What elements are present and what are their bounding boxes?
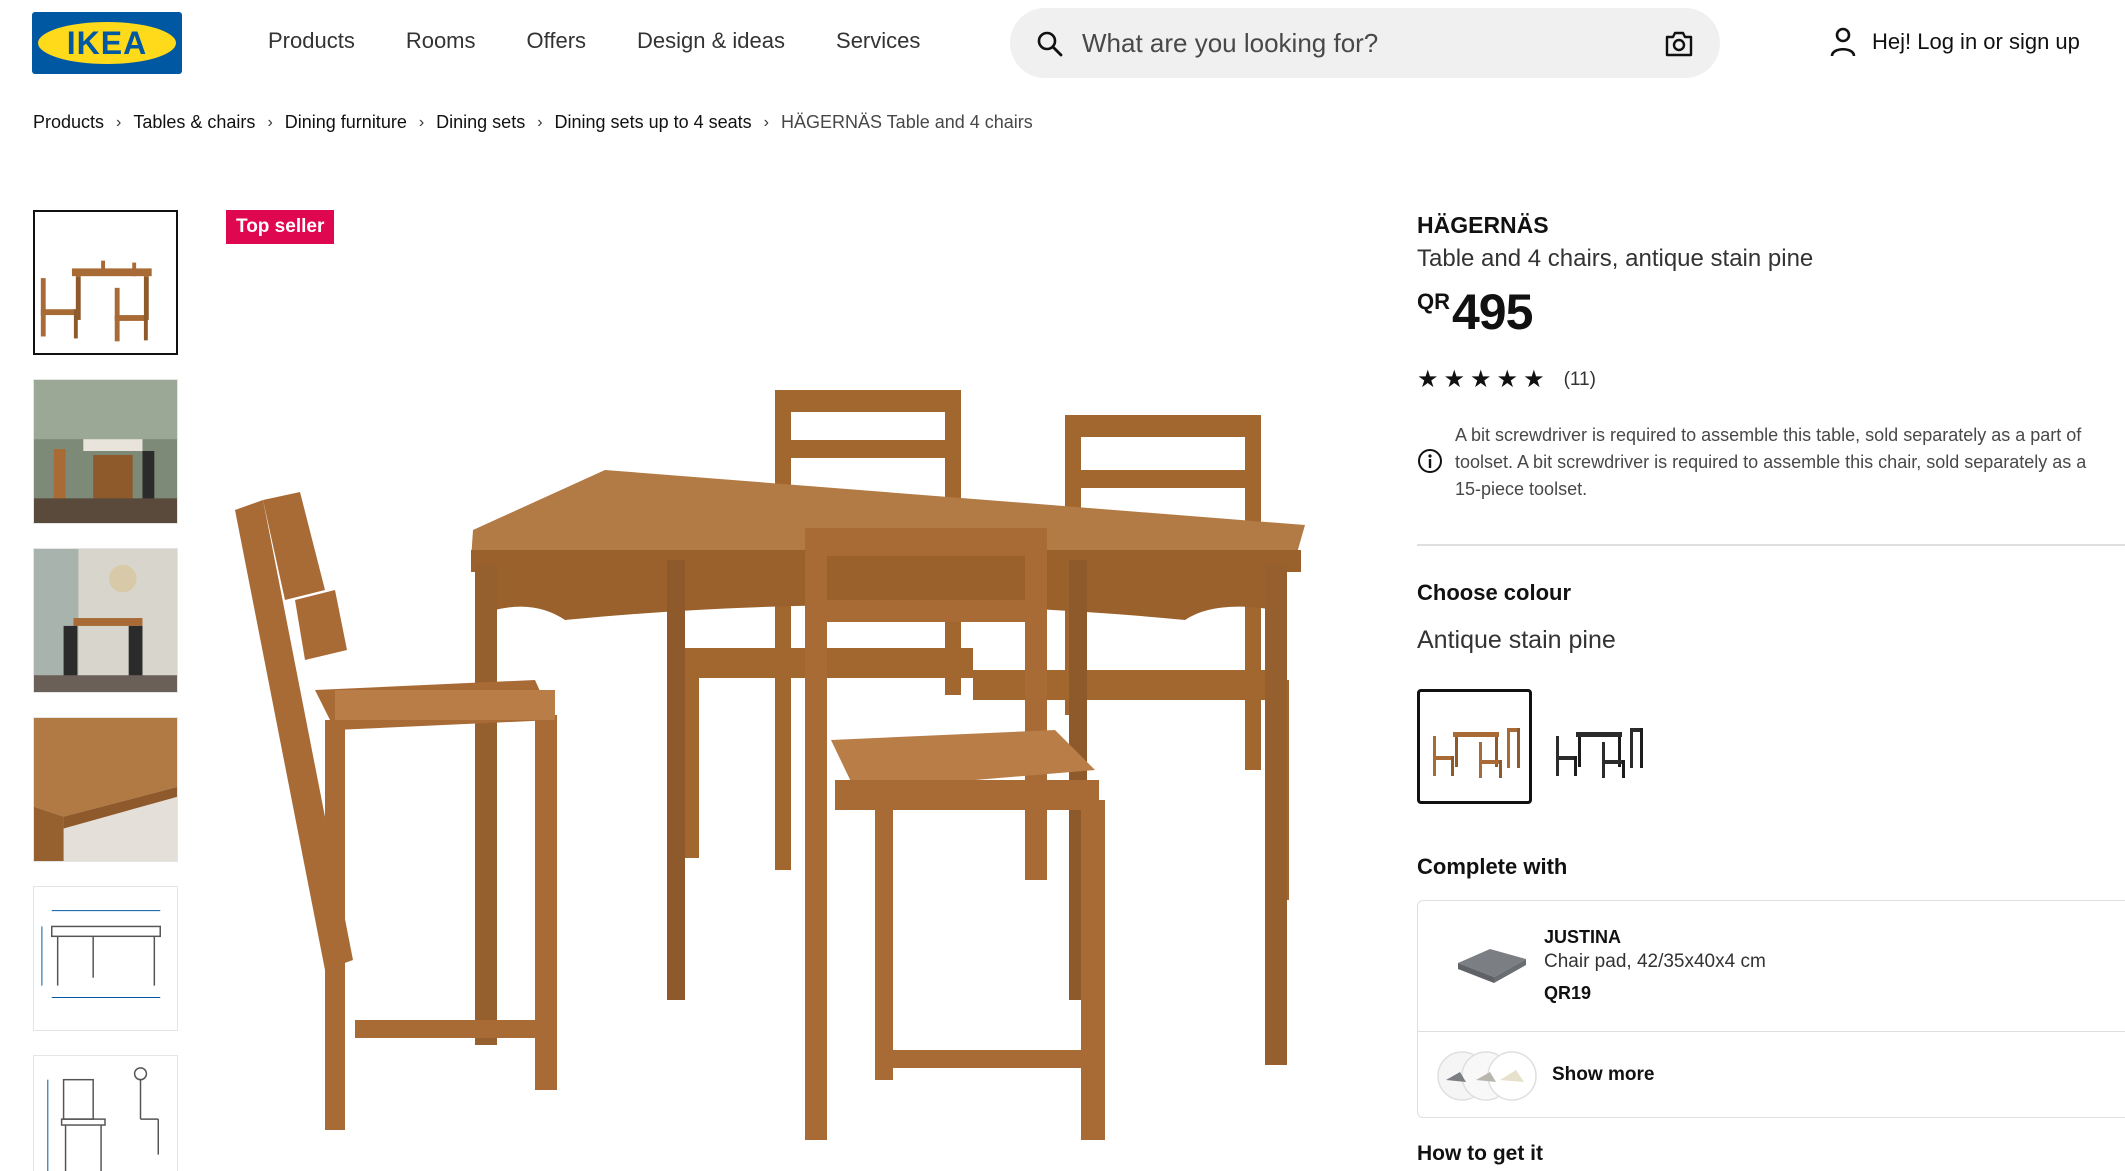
colour-swatches [1417,689,2125,804]
breadcrumb-products[interactable]: Products [33,112,104,133]
main-product-image[interactable] [235,360,1315,1140]
breadcrumb-dining-sets-4[interactable]: Dining sets up to 4 seats [555,112,752,133]
search-bar [1010,8,1720,78]
how-to-get-it-heading: How to get it [1417,1142,1543,1165]
product-description: Table and 4 chairs, antique stain pine [1417,245,1814,272]
related-items-thumbnails [1437,1051,1537,1101]
top-seller-badge: Top seller [226,210,335,244]
info-icon [1418,449,1442,473]
person-icon [1830,27,1856,57]
product-info: HÄGERNÄS Table and 4 chairs, antique sta… [1417,212,2125,1118]
nav-rooms[interactable]: Rooms [406,28,476,54]
breadcrumb-current: HÄGERNÄS Table and 4 chairs [780,112,1033,132]
review-count: (11) [1563,368,1596,390]
thumbnail-list [33,210,178,1171]
login-text: Hej! Log in or sign up [1872,29,2080,54]
star-icon: ★ [1417,366,1439,393]
chevron-right-icon: › [418,113,425,131]
search-input[interactable] [1082,22,1642,64]
addon-price: QR19 [1544,983,1592,1003]
assembly-notice: A bit screwdriver is required to assembl… [1417,422,2125,504]
notice-text: A bit screwdriver is required to assembl… [1455,422,2125,503]
product-price: QR 495 [1417,283,2125,341]
addon-name: JUSTINA [1544,927,1622,947]
show-more-button[interactable]: Show more [1418,1032,2125,1118]
thumbnail-dimensions-chair[interactable] [33,1055,178,1171]
site-header: IKEA Products Rooms Offers Design & idea… [0,0,2125,110]
search-icon[interactable] [1036,30,1064,58]
complete-with-label: Complete with [1417,854,1568,879]
addon-item[interactable]: JUSTINA Chair pad, 42/35x40x4 cm QR19 [1418,901,2125,1031]
camera-icon[interactable] [1663,30,1695,58]
product-name: HÄGERNÄS [1417,212,1549,238]
main-nav: Products Rooms Offers Design & ideas Ser… [268,28,971,54]
choose-colour-label: Choose colour [1417,580,1572,605]
thumbnail-product[interactable] [33,210,178,355]
star-icon: ★ [1523,366,1545,393]
nav-services[interactable]: Services [836,28,920,54]
selected-colour: Antique stain pine [1417,626,1616,654]
notice-line: A bit screwdriver is required to assembl… [1455,425,2082,445]
show-more-label: Show more [1552,1064,1655,1085]
breadcrumb-dining-sets[interactable]: Dining sets [436,112,525,133]
chevron-right-icon: › [267,113,273,131]
chevron-right-icon: › [116,113,122,131]
chevron-right-icon: › [537,113,543,131]
nav-offers[interactable]: Offers [527,28,587,54]
swatch-black[interactable] [1540,689,1655,804]
breadcrumb-tables-chairs[interactable]: Tables & chairs [133,112,255,133]
swatch-antique-stain-pine[interactable] [1417,689,1532,804]
chair-pad-image [1458,949,1526,983]
nav-products[interactable]: Products [268,28,355,54]
logo-text: IKEA [66,25,148,61]
thumbnail-room-2[interactable] [33,548,178,693]
star-icon: ★ [1443,366,1466,393]
addon-description: Chair pad, 42/35x40x4 cm [1544,951,1766,972]
star-icon: ★ [1470,366,1492,393]
breadcrumb-dining-furniture[interactable]: Dining furniture [285,112,407,133]
notice-line: 15-piece toolset. [1455,479,1588,499]
login-link[interactable]: Hej! Log in or sign up [1828,26,2080,58]
chevron-right-icon: › [763,113,769,131]
complete-with-box: JUSTINA Chair pad, 42/35x40x4 cm QR19 Sh… [1417,900,2125,1118]
thumbnail-room-1[interactable] [33,379,178,524]
nav-design-ideas[interactable]: Design & ideas [637,28,785,54]
thumbnail-dimensions-table[interactable] [33,886,178,1031]
thumbnail-detail[interactable] [33,717,178,862]
price-amount: 495 [1452,284,1533,340]
rating-stars[interactable]: ★ ★ ★ ★ ★ (11) [1417,365,2125,394]
notice-line: toolset. A bit screwdriver is required t… [1455,452,2087,472]
star-icon: ★ [1496,366,1519,393]
price-currency: QR [1417,289,1450,314]
ikea-logo[interactable]: IKEA [32,12,182,74]
divider [1417,544,2125,546]
breadcrumb: Products › Tables & chairs › Dining furn… [33,112,1033,133]
